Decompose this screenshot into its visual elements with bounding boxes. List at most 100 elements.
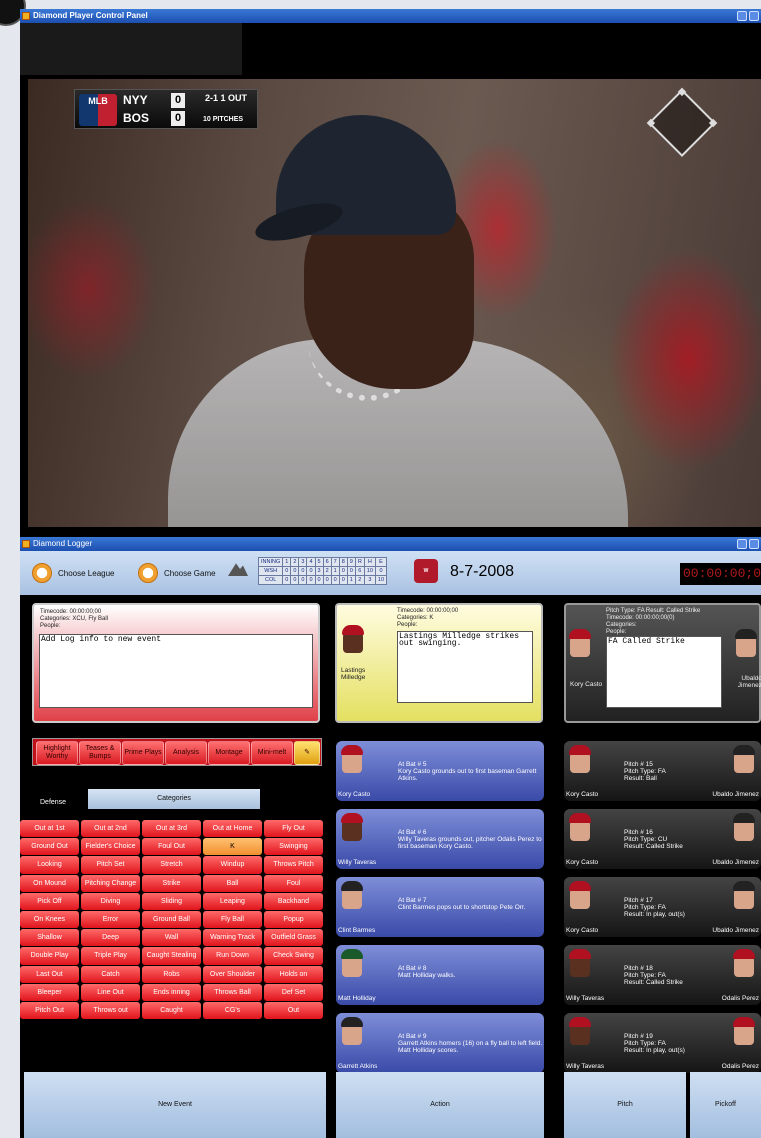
category-button[interactable]: Out at Home: [203, 820, 262, 838]
pitch-item[interactable]: Pitch # 15 Pitch Type: FA Result: Ball Kor…: [564, 741, 761, 801]
category-button[interactable]: Run Down: [203, 947, 262, 965]
category-button[interactable]: Ground Out: [20, 838, 79, 856]
at-bat-item[interactable]: At Bat # 5 Kory Casto grounds out to firs…: [336, 741, 544, 801]
player-photo: [341, 949, 363, 977]
choose-league-button[interactable]: Choose League: [32, 561, 115, 585]
pitch-button[interactable]: Pitch: [564, 1072, 686, 1138]
pitch-textarea[interactable]: FA Called Strike: [606, 636, 722, 708]
linescore-cell: COL: [257, 575, 284, 585]
category-button[interactable]: Popup: [264, 910, 323, 929]
linescore-cell: 1: [346, 575, 356, 585]
category-button[interactable]: Ball: [203, 874, 262, 892]
defense-label[interactable]: Defense: [40, 799, 66, 806]
pickoff-button[interactable]: Pickoff: [690, 1072, 761, 1138]
category-button[interactable]: Foul: [264, 874, 323, 892]
pitch-item[interactable]: Pitch # 19 Pitch Type: FA Result: In play,…: [564, 1013, 761, 1073]
category-button[interactable]: Robs: [142, 965, 201, 983]
action-button[interactable]: Action: [336, 1072, 544, 1138]
category-button[interactable]: Last Out: [20, 965, 79, 983]
category-button[interactable]: Sliding: [142, 892, 201, 910]
category-button[interactable]: Fly Out: [264, 820, 323, 838]
category-button[interactable]: Stretch: [142, 856, 201, 874]
category-button[interactable]: Caught: [142, 1001, 201, 1020]
category-button[interactable]: Over Shoulder: [203, 965, 262, 983]
category-button[interactable]: Swinging: [264, 838, 323, 856]
video-frame[interactable]: MLB NYY 0 BOS 0 2-1 1 OUT 10 PITCHES: [28, 79, 761, 527]
category-button[interactable]: Out at 2nd: [81, 820, 140, 838]
at-bat-item[interactable]: At Bat # 7 Clint Barmes pops out to short…: [336, 877, 544, 937]
category-button[interactable]: Throws Pitch: [264, 856, 323, 874]
category-button[interactable]: On Knees: [20, 910, 79, 929]
category-button[interactable]: Bleeper: [20, 983, 79, 1001]
minimize-button[interactable]: [737, 11, 747, 21]
category-button[interactable]: Pitching Change: [81, 874, 140, 892]
category-button[interactable]: Diving: [81, 892, 140, 910]
category-button[interactable]: Leaping: [203, 892, 262, 910]
category-button[interactable]: Warning Track: [203, 929, 262, 947]
category-button[interactable]: Fielder's Choice: [81, 838, 140, 856]
category-button[interactable]: Fly Ball: [203, 910, 262, 929]
category-button[interactable]: CG's: [203, 1001, 262, 1020]
category-button[interactable]: Strike: [142, 874, 201, 892]
category-button[interactable]: Ends inning: [142, 983, 201, 1001]
log-info-textarea[interactable]: Add Log info to new event: [39, 634, 313, 708]
tab-teases-bumps[interactable]: Teases & Bumps: [79, 741, 121, 765]
category-button[interactable]: Looking: [20, 856, 79, 874]
category-button[interactable]: Out at 3rd: [142, 820, 201, 838]
tab-prime-plays[interactable]: Prime Plays: [122, 741, 164, 765]
category-button[interactable]: Throws Ball: [203, 983, 262, 1001]
pitch-item[interactable]: Pitch # 16 Pitch Type: CU Result: Called S…: [564, 809, 761, 869]
category-button[interactable]: Throws out: [81, 1001, 140, 1020]
category-button[interactable]: Shallow: [20, 929, 79, 947]
category-button[interactable]: Catch: [81, 965, 140, 983]
category-button[interactable]: Line Out: [81, 983, 140, 1001]
category-button[interactable]: Windup: [203, 856, 262, 874]
category-button[interactable]: Backhand: [264, 892, 323, 910]
categories-button[interactable]: Categories: [88, 789, 260, 809]
linescore-header: 6: [322, 557, 332, 567]
maximize-button[interactable]: [749, 11, 759, 21]
category-button-selected[interactable]: K: [203, 838, 262, 856]
category-button[interactable]: Pick Off: [20, 892, 79, 910]
linescore-header: R: [354, 557, 365, 567]
tab-analysis[interactable]: Analysis: [165, 741, 207, 765]
minimize-button[interactable]: [737, 539, 747, 549]
action-textarea[interactable]: Lastings Milledge strikes out swinging.: [397, 631, 533, 703]
tab-highlight-worthy[interactable]: Highlight Worthy: [36, 741, 78, 765]
category-button[interactable]: Out at 1st: [20, 820, 79, 838]
category-button[interactable]: On Mound: [20, 874, 79, 892]
category-button[interactable]: Caught Stealing: [142, 947, 201, 965]
linescore-cell: 0: [282, 566, 292, 576]
category-button[interactable]: Pitch Out: [20, 1001, 79, 1020]
at-bat-item[interactable]: At Bat # 9 Garrett Atkins homers (16) on …: [336, 1013, 544, 1073]
tab-montage[interactable]: Montage: [208, 741, 250, 765]
choose-game-button[interactable]: Choose Game: [138, 561, 216, 585]
pitcher-photo: [733, 745, 755, 773]
pitch-card: Pitch Type: FA Result: Called Strike Tim…: [564, 603, 761, 723]
category-button[interactable]: Wall: [142, 929, 201, 947]
note-icon[interactable]: ✎: [294, 741, 320, 765]
category-button[interactable]: Check Swing: [264, 947, 323, 965]
at-bat-item[interactable]: At Bat # 8 Matt Holliday walks. Matt Holl…: [336, 945, 544, 1005]
tab-mini-melt[interactable]: Mini-melt: [251, 741, 293, 765]
pitch-item[interactable]: Pitch # 17 Pitch Type: FA Result: In play,…: [564, 877, 761, 937]
new-event-button[interactable]: New Event: [24, 1072, 326, 1138]
at-bat-item[interactable]: At Bat # 6 Willy Taveras grounds out, pit…: [336, 809, 544, 869]
category-button[interactable]: Triple Play: [81, 947, 140, 965]
category-button[interactable]: Foul Out: [142, 838, 201, 856]
category-button[interactable]: Double Play: [20, 947, 79, 965]
category-button[interactable]: Holds on: [264, 965, 323, 983]
linescore-cell: 0: [298, 566, 308, 576]
category-button[interactable]: Error: [81, 910, 140, 929]
pitch-item[interactable]: Pitch # 18 Pitch Type: FA Result: Called S…: [564, 945, 761, 1005]
category-button[interactable]: Deep: [81, 929, 140, 947]
pitch-result: Result: In play, out(s): [624, 1047, 685, 1054]
category-button[interactable]: Def Set: [264, 983, 323, 1001]
category-button[interactable]: Outfield Grass: [264, 929, 323, 947]
category-button[interactable]: Pitch Set: [81, 856, 140, 874]
clock-icon: [138, 563, 158, 583]
maximize-button[interactable]: [749, 539, 759, 549]
batter-photo: [569, 745, 591, 773]
category-button[interactable]: Out: [264, 1001, 323, 1020]
category-button[interactable]: Ground Ball: [142, 910, 201, 929]
